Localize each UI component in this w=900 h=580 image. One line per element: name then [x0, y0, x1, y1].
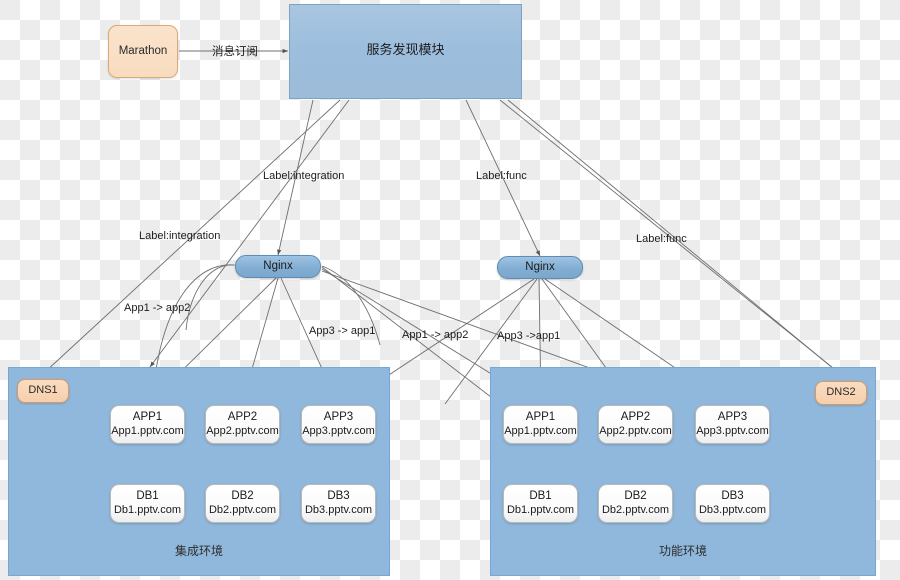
node-dns1[interactable]: DNS1 — [17, 379, 69, 403]
node-db-title: DB1 — [136, 490, 159, 503]
node-db-title: DB2 — [231, 490, 254, 503]
edge-label-func-center: Label:func — [476, 170, 527, 182]
node-db-title: DB1 — [529, 490, 552, 503]
node-app-integration-2[interactable]: APP2 App2.pptv.com — [205, 405, 280, 444]
node-app-integration-1[interactable]: APP1 App1.pptv.com — [110, 405, 185, 444]
node-db-host: Db3.pptv.com — [304, 503, 373, 516]
node-app-title: APP1 — [525, 411, 556, 424]
node-dns2-label: DNS2 — [826, 386, 856, 399]
edge-label-integration-left: Label:integration — [139, 230, 221, 242]
node-app-host: App3.pptv.com — [302, 424, 375, 437]
node-marathon-label: Marathon — [118, 45, 168, 58]
edge-label-app3-to-app1-left: App3 -> app1 — [309, 325, 376, 337]
node-db-integration-1[interactable]: DB1 Db1.pptv.com — [110, 484, 185, 523]
node-db-host: Db2.pptv.com — [208, 503, 277, 516]
node-db-function-2[interactable]: DB2 Db2.pptv.com — [598, 484, 673, 523]
node-service-discovery-module[interactable]: 服务发现模块 — [289, 4, 522, 99]
node-nginx-integration[interactable]: Nginx — [235, 255, 321, 278]
node-app-function-1[interactable]: APP1 App1.pptv.com — [503, 405, 578, 444]
node-db-title: DB2 — [624, 490, 647, 503]
node-db-host: Db2.pptv.com — [601, 503, 670, 516]
node-app-function-3[interactable]: APP3 App3.pptv.com — [695, 405, 770, 444]
edge-label-app1-to-app2-left: App1 -> app2 — [124, 302, 191, 314]
edge-label-message-subscribe: 消息订阅 — [212, 44, 258, 58]
edge-label-app1-to-app2-right: App1 -> app2 — [402, 329, 469, 341]
environment-label-integration: 集成环境 — [174, 544, 223, 558]
edge-label-app3-to-app1-right: App3 ->app1 — [497, 330, 561, 342]
node-app-host: App1.pptv.com — [504, 424, 577, 437]
node-app-host: App3.pptv.com — [696, 424, 769, 437]
node-db-integration-2[interactable]: DB2 Db2.pptv.com — [205, 484, 280, 523]
environment-label-function: 功能环境 — [658, 544, 707, 558]
node-app-title: APP1 — [132, 411, 163, 424]
node-app-title: APP2 — [227, 411, 258, 424]
node-app-title: APP2 — [620, 411, 651, 424]
node-db-function-3[interactable]: DB3 Db3.pptv.com — [695, 484, 770, 523]
node-nginx-integration-label: Nginx — [263, 260, 293, 273]
node-db-title: DB3 — [327, 490, 350, 503]
edge-app1-app2-to-nginx-left — [185, 263, 240, 331]
node-nginx-function[interactable]: Nginx — [497, 256, 583, 279]
node-app-title: APP3 — [323, 411, 354, 424]
node-app-title: APP3 — [717, 411, 748, 424]
node-app-host: App2.pptv.com — [206, 424, 279, 437]
node-dns2[interactable]: DNS2 — [815, 381, 867, 405]
node-db-host: Db1.pptv.com — [113, 503, 182, 516]
node-marathon[interactable]: Marathon — [108, 25, 178, 78]
node-db-function-1[interactable]: DB1 Db1.pptv.com — [503, 484, 578, 523]
edge-label-integration-center: Label:integration — [263, 170, 345, 182]
node-db-host: Db1.pptv.com — [506, 503, 575, 516]
edge-label-func-right: Label:func — [636, 233, 687, 245]
node-app-host: App2.pptv.com — [599, 424, 672, 437]
node-app-host: App1.pptv.com — [111, 424, 184, 437]
node-app-function-2[interactable]: APP2 App2.pptv.com — [598, 405, 673, 444]
node-dns1-label: DNS1 — [28, 384, 58, 397]
node-db-host: Db3.pptv.com — [698, 503, 767, 516]
node-db-title: DB3 — [721, 490, 744, 503]
node-db-integration-3[interactable]: DB3 Db3.pptv.com — [301, 484, 376, 523]
node-nginx-function-label: Nginx — [525, 261, 555, 274]
node-app-integration-3[interactable]: APP3 App3.pptv.com — [301, 405, 376, 444]
node-service-discovery-label: 服务发现模块 — [366, 43, 445, 59]
